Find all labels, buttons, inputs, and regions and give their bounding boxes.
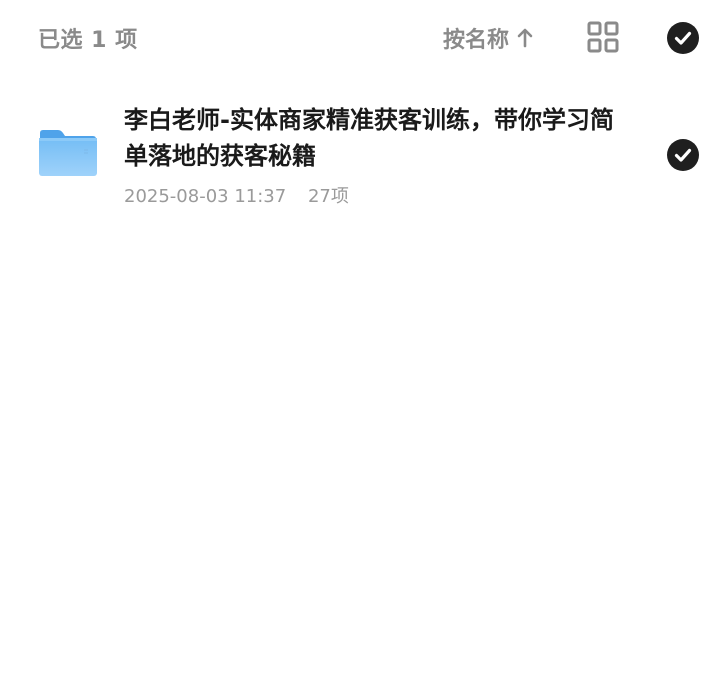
grid-view-icon[interactable] <box>587 21 619 53</box>
sort-by-name-button[interactable]: 按名称 <box>443 22 533 54</box>
arrow-up-icon <box>517 28 533 48</box>
selection-header: 已选 1 项 按名称 <box>0 0 714 76</box>
file-item-count: 27项 <box>307 186 349 207</box>
file-name: 李白老师-实体商家精准获客训练，带你学习简单落地的获客秘籍 <box>124 106 614 170</box>
select-all-check-icon[interactable] <box>667 22 699 54</box>
folder-icon <box>38 128 98 176</box>
sort-label: 按名称 <box>443 28 510 53</box>
item-selected-check-icon[interactable] <box>667 139 699 171</box>
file-date: 2025-08-03 11:37 <box>124 186 287 207</box>
selected-count-label: 已选 1 项 <box>38 28 138 53</box>
file-list-item[interactable]: 李白老师-实体商家精准获客训练，带你学习简单落地的获客秘籍 2025-08-03… <box>0 92 714 222</box>
file-meta: 2025-08-03 11:37 27项 <box>124 182 349 208</box>
